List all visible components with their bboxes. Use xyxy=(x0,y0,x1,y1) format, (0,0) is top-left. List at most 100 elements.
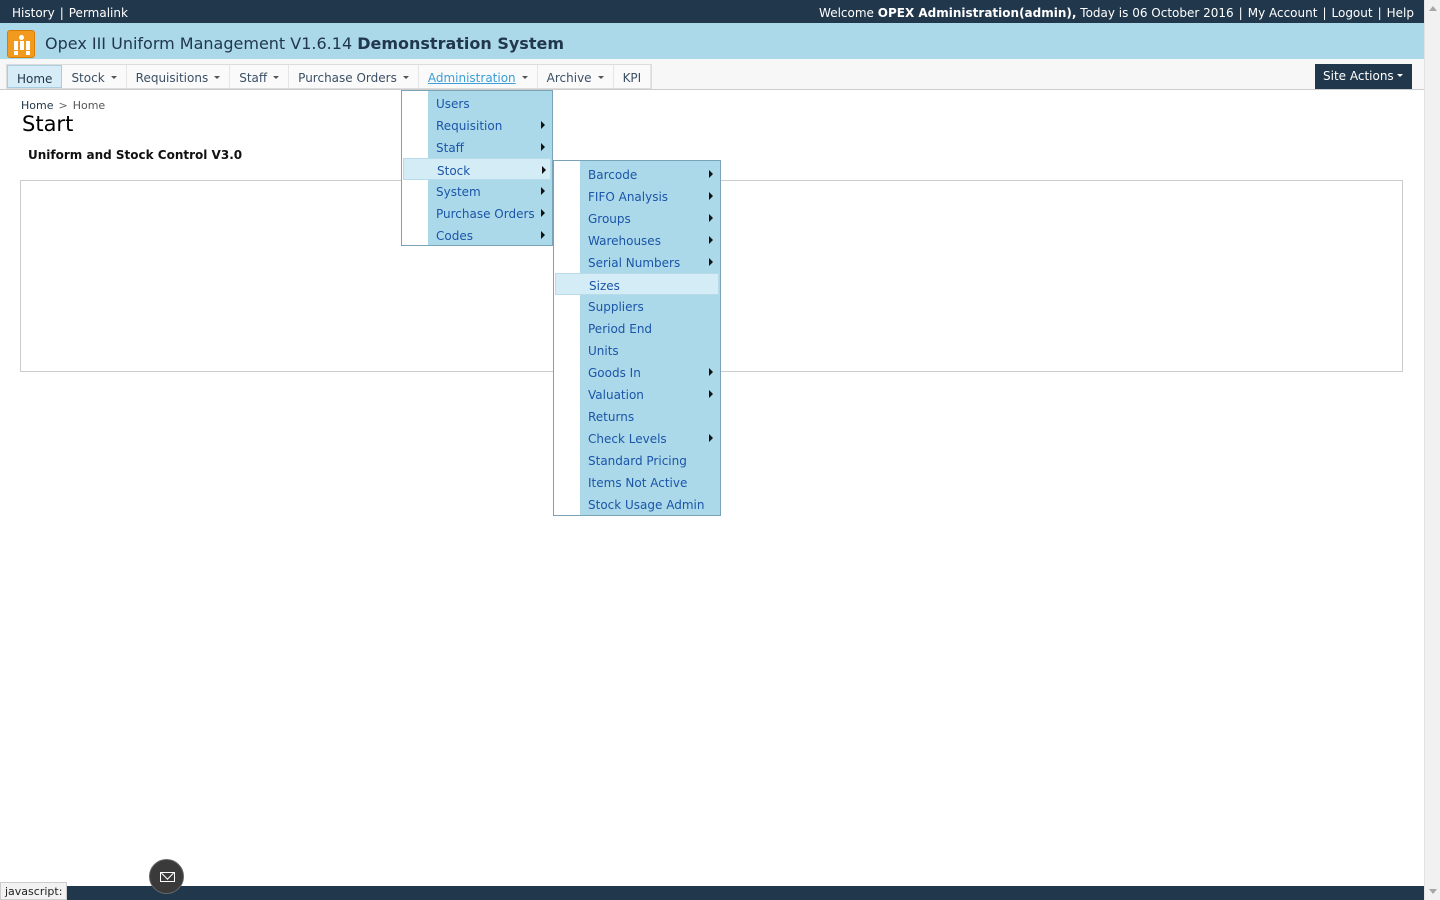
site-title[interactable]: Opex III Uniform Management V1.6.14 Demo… xyxy=(45,34,564,53)
top-bar-right: Welcome OPEX Administration(admin), Toda… xyxy=(819,6,1414,20)
nav-requisitions[interactable]: Requisitions xyxy=(127,65,231,88)
nav-administration-label: Administration xyxy=(427,71,516,85)
nav-administration[interactable]: Administration xyxy=(419,65,538,88)
top-bar: History | Permalink Welcome OPEX Administr… xyxy=(0,0,1424,23)
admin-menu-item-purchase-orders[interactable]: Purchase Orders xyxy=(403,202,551,224)
submenu-arrow-icon xyxy=(709,258,713,266)
menu-item-label: Stock xyxy=(437,164,471,178)
menu-item-label: Warehouses xyxy=(588,234,661,248)
site-actions-label: Site Actions xyxy=(1323,69,1394,83)
submenu-arrow-icon xyxy=(541,231,545,239)
site-title-main: Opex III Uniform Management V1.6.14 xyxy=(45,34,353,53)
submenu-arrow-icon xyxy=(709,434,713,442)
dropdown-caret-icon xyxy=(110,76,117,79)
scroll-down-arrow-icon[interactable] xyxy=(1429,889,1437,894)
stock-menu-item-warehouses[interactable]: Warehouses xyxy=(555,229,719,251)
stock-menu-item-stock-usage-admin[interactable]: Stock Usage Admin xyxy=(555,493,719,515)
submenu-arrow-icon xyxy=(541,209,545,217)
submenu-arrow-icon xyxy=(542,166,546,174)
admin-menu-item-system[interactable]: System xyxy=(403,180,551,202)
separator: | xyxy=(1322,6,1327,20)
welcome-text: Welcome xyxy=(819,6,874,20)
stock-menu-item-valuation[interactable]: Valuation xyxy=(555,383,719,405)
stock-menu-item-barcode[interactable]: Barcode xyxy=(555,163,719,185)
opex-logo-icon[interactable] xyxy=(7,30,35,58)
top-nav-menu: Home Stock Requisitions Staff Purchase O… xyxy=(6,64,653,89)
menu-item-label: Goods In xyxy=(588,366,641,380)
submenu-arrow-icon xyxy=(709,236,713,244)
breadcrumb: Home > Home xyxy=(21,99,105,112)
stock-menu-item-check-levels[interactable]: Check Levels xyxy=(555,427,719,449)
page-title: Start xyxy=(22,112,74,136)
vertical-scrollbar[interactable] xyxy=(1424,0,1440,900)
menu-item-label: Requisition xyxy=(436,119,503,133)
breadcrumb-separator: > xyxy=(58,99,68,112)
admin-menu-item-stock[interactable]: Stock xyxy=(403,158,551,180)
menu-item-label: Returns xyxy=(588,410,635,424)
menu-item-label: Barcode xyxy=(588,168,638,182)
administration-menu: Users Requisition Staff Stock System Purchase… xyxy=(401,90,553,246)
menu-item-label: Period End xyxy=(588,322,653,336)
admin-menu-item-users[interactable]: Users xyxy=(403,92,551,114)
stock-menu-item-serial-numbers[interactable]: Serial Numbers xyxy=(555,251,719,273)
stock-menu-item-goods-in[interactable]: Goods In xyxy=(555,361,719,383)
feedback-mail-button[interactable] xyxy=(149,859,184,894)
global-nav-bar: Home Stock Requisitions Staff Purchase O… xyxy=(0,59,1424,90)
help-link[interactable]: Help xyxy=(1387,6,1414,20)
permalink-link[interactable]: Permalink xyxy=(69,6,128,20)
nav-purchase-orders-label: Purchase Orders xyxy=(298,71,397,85)
stock-menu-item-groups[interactable]: Groups xyxy=(555,207,719,229)
stock-menu-item-units[interactable]: Units xyxy=(555,339,719,361)
stock-menu-item-items-not-active[interactable]: Items Not Active xyxy=(555,471,719,493)
nav-purchase-orders[interactable]: Purchase Orders xyxy=(289,65,419,88)
menu-item-label: Sizes xyxy=(589,279,620,293)
nav-staff[interactable]: Staff xyxy=(230,65,290,88)
admin-menu-item-requisition[interactable]: Requisition xyxy=(403,114,551,136)
today-date: Today is 06 October 2016 xyxy=(1080,6,1234,20)
breadcrumb-home-link[interactable]: Home xyxy=(21,99,53,112)
dropdown-caret-icon xyxy=(214,76,221,79)
submenu-arrow-icon xyxy=(709,390,713,398)
menu-item-label: Units xyxy=(588,344,619,358)
dropdown-caret-icon xyxy=(402,76,409,79)
nav-home-label: Home xyxy=(17,72,53,86)
menu-item-label: Staff xyxy=(436,141,464,155)
scroll-up-arrow-icon[interactable] xyxy=(1429,6,1437,11)
submenu-arrow-icon xyxy=(541,143,545,151)
stock-menu-item-suppliers[interactable]: Suppliers xyxy=(555,295,719,317)
footer-bar xyxy=(0,886,1424,900)
submenu-arrow-icon xyxy=(709,368,713,376)
breadcrumb-current: Home xyxy=(72,99,106,112)
history-link[interactable]: History xyxy=(12,6,55,20)
logout-link[interactable]: Logout xyxy=(1332,6,1373,20)
nav-archive[interactable]: Archive xyxy=(538,65,614,88)
nav-kpi[interactable]: KPI xyxy=(614,65,652,88)
stock-menu-item-returns[interactable]: Returns xyxy=(555,405,719,427)
stock-menu-item-period-end[interactable]: Period End xyxy=(555,317,719,339)
nav-staff-label: Staff xyxy=(239,71,268,85)
stock-menu-item-sizes[interactable]: Sizes xyxy=(555,273,719,295)
separator: | xyxy=(1238,6,1243,20)
menu-item-label: Purchase Orders xyxy=(436,207,535,221)
top-bar-left: History | Permalink xyxy=(12,6,128,20)
menu-item-label: Check Levels xyxy=(588,432,667,446)
my-account-link[interactable]: My Account xyxy=(1248,6,1318,20)
admin-menu-item-codes[interactable]: Codes xyxy=(403,224,551,246)
stock-submenu: Barcode FIFO Analysis Groups Warehouses Seri… xyxy=(553,160,721,516)
nav-kpi-label: KPI xyxy=(622,71,642,85)
page-subtitle: Uniform and Stock Control V3.0 xyxy=(28,148,243,162)
admin-menu-item-staff[interactable]: Staff xyxy=(403,136,551,158)
stock-menu-item-fifo-analysis[interactable]: FIFO Analysis xyxy=(555,185,719,207)
envelope-icon xyxy=(160,872,175,882)
separator: | xyxy=(1377,6,1382,20)
nav-stock[interactable]: Stock xyxy=(62,65,127,88)
stock-menu-item-standard-pricing[interactable]: Standard Pricing xyxy=(555,449,719,471)
menu-item-label: Groups xyxy=(588,212,631,226)
menu-item-label: System xyxy=(436,185,481,199)
menu-item-label: Standard Pricing xyxy=(588,454,687,468)
nav-home[interactable]: Home xyxy=(7,65,63,88)
site-actions-button[interactable]: Site Actions xyxy=(1315,64,1412,89)
dropdown-caret-icon xyxy=(273,76,280,79)
menu-item-label: Serial Numbers xyxy=(588,256,681,270)
current-user: OPEX Administration(admin), xyxy=(877,6,1077,20)
